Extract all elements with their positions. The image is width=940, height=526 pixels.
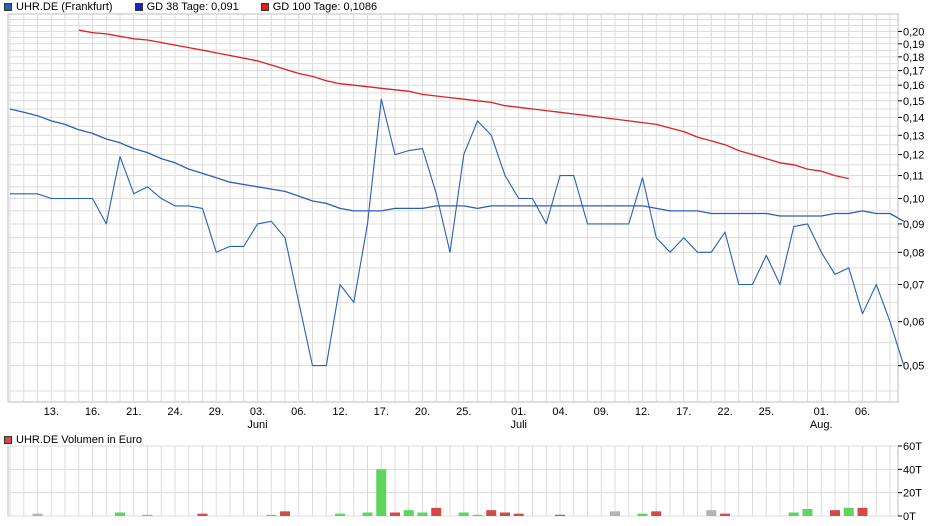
x-tick-label: 17. [374, 406, 389, 418]
volume-bar [472, 514, 483, 516]
price-plot-area [7, 13, 899, 403]
volume-bar [610, 511, 620, 516]
y-tick-label: 0,10 [903, 194, 924, 206]
x-tick-label: 24. [167, 406, 182, 418]
x-tick-label: 12. [332, 406, 347, 418]
x-tick-label: 06. [855, 406, 870, 418]
volume-y-tick-label: 0T [903, 511, 916, 523]
x-tick-label: 25. [456, 406, 471, 418]
y-tick-label: 0,19 [903, 39, 924, 51]
volume-bar [197, 513, 208, 516]
volume-bar [417, 512, 428, 516]
x-tick-label: 20. [415, 406, 430, 418]
volume-bar [486, 510, 497, 516]
volume-y-tick-label: 60T [903, 441, 922, 453]
y-tick-label: 0,11 [903, 171, 924, 183]
volume-bar [32, 513, 43, 516]
volume-y-tick-label: 40T [903, 464, 922, 476]
x-tick-label: 22. [717, 406, 732, 418]
volume-y-tick-label: 20T [903, 488, 922, 500]
volume-bar [651, 511, 662, 516]
x-tick-label: 01. [814, 406, 829, 418]
volume-bar [720, 513, 730, 516]
x-tick-label: 12. [635, 406, 650, 418]
y-tick-label: 0,20 [903, 26, 924, 38]
x-month-label: Juni [247, 419, 267, 431]
x-tick-label: 03. [250, 406, 265, 418]
y-tick-label: 0,14 [903, 112, 924, 124]
x-month-label: Aug. [810, 419, 833, 431]
y-tick-label: 0,06 [903, 317, 924, 329]
volume-plot-area [7, 445, 899, 517]
volume-bar [513, 513, 524, 516]
volume-bar [500, 512, 510, 516]
y-tick-label: 0,13 [903, 130, 924, 142]
y-tick-label: 0,05 [903, 361, 924, 373]
price-chart: 0,200,190,18 0,17 0,16 0,15 0,14 0,13 0,12 0,11… [7, 13, 924, 523]
volume-bar [706, 510, 717, 516]
y-tick-label: 0,09 [903, 219, 924, 231]
volume-bar [431, 507, 442, 516]
x-tick-label: 29. [209, 406, 224, 418]
y-tick-label: 0,18 [903, 52, 924, 64]
volume-bar [403, 510, 414, 516]
volume-bar [802, 509, 813, 516]
x-tick-label: 17. [676, 406, 691, 418]
y-tick-label: 0,16 [903, 80, 924, 92]
volume-bar [637, 513, 648, 516]
volume-bar [555, 514, 565, 516]
volume-bar [266, 514, 277, 516]
volume-bar [857, 507, 868, 516]
x-tick-label: 04. [552, 406, 567, 418]
volume-bar [362, 512, 373, 516]
volume-bar [376, 469, 387, 516]
x-month-label: Juli [510, 419, 527, 431]
volume-bar [788, 512, 799, 516]
x-tick-label: 09. [594, 406, 609, 418]
y-tick-label: 0,12 [903, 150, 924, 162]
volume-bar [280, 511, 290, 516]
volume-bar [335, 513, 345, 516]
x-tick-label: 13. [44, 406, 59, 418]
volume-bar [843, 507, 854, 516]
y-tick-label: 0,08 [903, 247, 924, 259]
x-tick-label: 06. [291, 406, 306, 418]
volume-bar [142, 514, 153, 516]
x-tick-label: 21. [126, 406, 141, 418]
y-tick-label: 0,15 [903, 96, 924, 108]
volume-bar [115, 512, 125, 516]
x-tick-label: 25. [759, 406, 774, 418]
volume-bar [390, 512, 400, 516]
y-tick-label: 0,17 [903, 66, 924, 78]
x-tick-label: 01. [511, 406, 526, 418]
volume-bar [830, 510, 840, 516]
volume-bar [458, 512, 469, 516]
y-tick-label: 0,07 [903, 280, 924, 292]
x-tick-label: 16. [85, 406, 100, 418]
